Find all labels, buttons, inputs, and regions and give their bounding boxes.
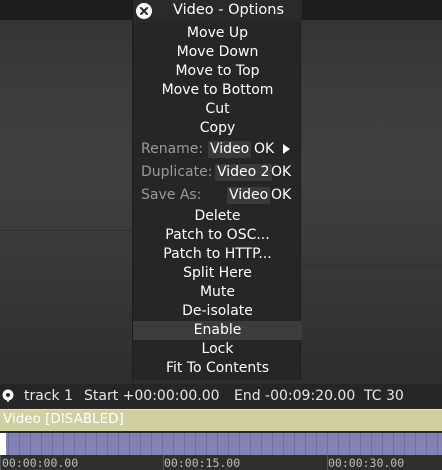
strip-tick <box>349 433 350 455</box>
strip-tick <box>184 433 185 455</box>
ruler-label: 00:00:30.00 <box>328 456 405 470</box>
menu-item-lock[interactable]: Lock <box>133 340 302 359</box>
grid-line <box>301 265 442 266</box>
strip-tick <box>239 433 240 455</box>
menu-title-bar: Video - Options <box>133 0 302 22</box>
strip-tick <box>217 433 218 455</box>
strip-tick <box>404 433 405 455</box>
strip-tick <box>305 433 306 455</box>
ruler-label: 00:00:15.00 <box>164 456 241 470</box>
menu-item-mute[interactable]: Mute <box>133 283 302 302</box>
strip-tick <box>96 433 97 455</box>
strip-tick <box>327 433 328 455</box>
save-as-label: Save As: <box>141 187 202 203</box>
strip-tick <box>415 433 416 455</box>
strip-tick <box>360 433 361 455</box>
menu-item-enable[interactable]: Enable <box>133 321 302 340</box>
strip-tick <box>272 433 273 455</box>
strip-tick <box>261 433 262 455</box>
save-as-row: Save As: Video OK <box>133 185 302 205</box>
strip-tick <box>426 433 427 455</box>
menu-item-move-up[interactable]: Move Up <box>133 24 302 43</box>
menu-title: Video - Options <box>173 2 285 18</box>
close-icon[interactable] <box>136 3 152 19</box>
strip-tick <box>140 433 141 455</box>
strip-tick <box>206 433 207 455</box>
track-start-time: Start +00:00:00.00 <box>84 388 220 404</box>
rename-label: Rename: <box>141 141 204 157</box>
strip-tick <box>195 433 196 455</box>
strip-tick <box>118 433 119 455</box>
strip-tick <box>41 433 42 455</box>
menu-item-move-to-top[interactable]: Move to Top <box>133 62 302 81</box>
rename-row: Rename: Video OK <box>133 139 302 159</box>
strip-tick <box>250 433 251 455</box>
menu-item-split-here[interactable]: Split Here <box>133 264 302 283</box>
strip-tick <box>19 433 20 455</box>
time-ruler[interactable]: 00:00:00.00 00:00:15.00 00:00:30.00 <box>0 455 442 470</box>
menu-item-cut[interactable]: Cut <box>133 100 302 119</box>
strip-tick <box>283 433 284 455</box>
duplicate-input[interactable]: Video 2 <box>215 164 272 181</box>
strip-tick <box>173 433 174 455</box>
track-tc: TC 30 <box>364 388 404 404</box>
strip-tick <box>74 433 75 455</box>
save-as-input[interactable]: Video <box>227 187 271 204</box>
menu-item-fit-to-contents[interactable]: Fit To Contents <box>133 359 302 378</box>
duplicate-row: Duplicate: Video 2 OK <box>133 162 302 182</box>
menu-item-move-down[interactable]: Move Down <box>133 43 302 62</box>
strip-tick <box>107 433 108 455</box>
save-as-ok-button[interactable]: OK <box>271 185 291 205</box>
ruler-label: 00:00:00.00 <box>2 456 79 470</box>
strip-tick <box>162 433 163 455</box>
menu-item-move-to-bottom[interactable]: Move to Bottom <box>133 81 302 100</box>
strip-tick <box>316 433 317 455</box>
rename-input[interactable]: Video <box>208 141 252 158</box>
menu-item-de-isolate[interactable]: De-isolate <box>133 302 302 321</box>
track-info-bar: track 1 Start +00:00:00.00 End -00:09:20… <box>0 384 442 408</box>
timeline-strip[interactable] <box>0 433 442 455</box>
strip-tick <box>437 433 438 455</box>
strip-tick <box>151 433 152 455</box>
duplicate-ok-button[interactable]: OK <box>271 162 291 182</box>
clip-label: Video [DISABLED] <box>3 411 124 427</box>
strip-tick <box>8 433 9 455</box>
menu-item-copy[interactable]: Copy <box>133 119 302 138</box>
menu-item-delete[interactable]: Delete <box>133 207 302 226</box>
strip-tick <box>338 433 339 455</box>
grid-line <box>0 230 132 231</box>
track-end-time: End -00:09:20.00 <box>234 388 356 404</box>
strip-tick <box>129 433 130 455</box>
track-pin-icon[interactable] <box>1 389 15 403</box>
video-clip[interactable]: Video [DISABLED] <box>0 409 442 431</box>
rename-ok-button[interactable]: OK <box>254 139 274 159</box>
options-context-menu: Video - Options Move Up Move Down Move t… <box>132 0 302 380</box>
strip-tick <box>30 433 31 455</box>
strip-tick <box>393 433 394 455</box>
playhead[interactable] <box>0 433 6 455</box>
ruler-mark <box>0 455 1 470</box>
menu-item-patch-http[interactable]: Patch to HTTP... <box>133 245 302 264</box>
strip-tick <box>382 433 383 455</box>
track-name[interactable]: track 1 <box>24 384 73 408</box>
strip-tick <box>371 433 372 455</box>
strip-tick <box>85 433 86 455</box>
strip-tick <box>52 433 53 455</box>
strip-tick <box>228 433 229 455</box>
strip-tick <box>294 433 295 455</box>
submenu-arrow-icon[interactable] <box>283 144 290 154</box>
duplicate-label: Duplicate: <box>141 164 213 180</box>
strip-tick <box>63 433 64 455</box>
menu-item-patch-osc[interactable]: Patch to OSC... <box>133 226 302 245</box>
